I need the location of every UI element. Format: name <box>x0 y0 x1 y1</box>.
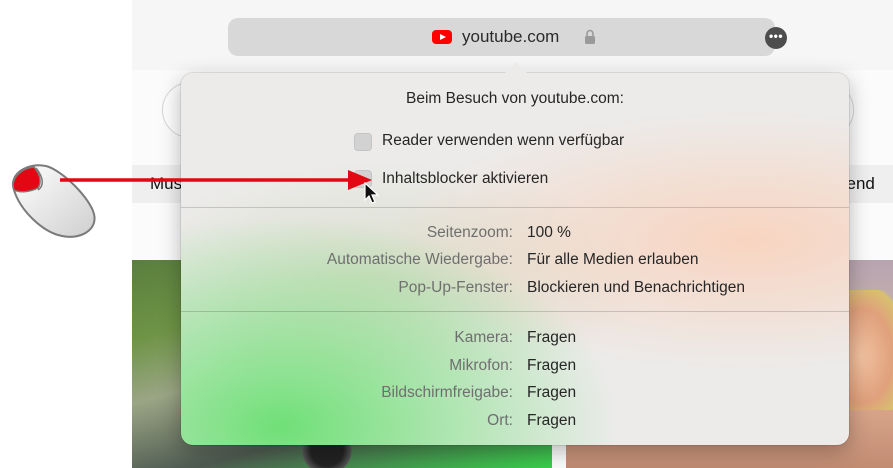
red-arrow-icon <box>60 170 372 190</box>
location-value[interactable]: Fragen <box>527 412 576 430</box>
camera-value[interactable]: Fragen <box>527 329 576 347</box>
popover-arrow <box>504 62 528 74</box>
popup-windows-label: Pop-Up-Fenster: <box>398 279 513 296</box>
microphone-label: Mikrofon: <box>449 357 513 374</box>
browser-toolbar: youtube.com ••• <box>132 0 893 70</box>
youtube-logo-icon <box>432 30 452 44</box>
divider <box>181 311 849 312</box>
lock-icon <box>585 29 595 44</box>
screen-sharing-label: Bildschirmfreigabe: <box>381 384 513 401</box>
page-zoom-value[interactable]: 100 % <box>527 224 571 242</box>
divider <box>181 207 849 208</box>
popup-windows-value[interactable]: Blockieren und Benachrichtigen <box>527 279 745 297</box>
pointer-cursor-icon <box>364 182 380 204</box>
content-blocker-checkbox-label[interactable]: Inhaltsblocker aktivieren <box>382 170 548 188</box>
popover-title: Beim Besuch von youtube.com: <box>406 90 624 107</box>
website-settings-popover: Beim Besuch von youtube.com: Reader verw… <box>181 62 849 445</box>
more-options-icon[interactable]: ••• <box>765 27 787 49</box>
microphone-value[interactable]: Fragen <box>527 357 576 375</box>
screen-sharing-value[interactable]: Fragen <box>527 384 576 402</box>
address-bar[interactable]: youtube.com ••• <box>228 18 787 56</box>
reader-checkbox[interactable] <box>354 133 372 151</box>
autoplay-value[interactable]: Für alle Medien erlauben <box>527 251 698 269</box>
autoplay-label: Automatische Wiedergabe: <box>326 251 513 268</box>
reader-checkbox-label[interactable]: Reader verwenden wenn verfügbar <box>382 132 624 150</box>
page-zoom-label: Seitenzoom: <box>426 224 513 241</box>
url-text: youtube.com <box>462 27 560 46</box>
camera-label: Kamera: <box>454 329 513 346</box>
location-label: Ort: <box>487 412 513 429</box>
